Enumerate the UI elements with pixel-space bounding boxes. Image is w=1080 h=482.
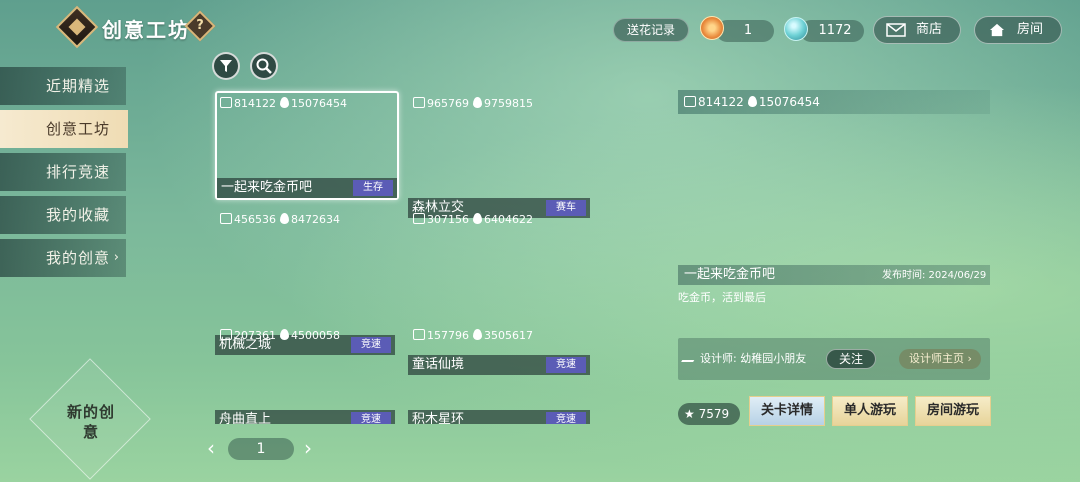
level-details-button[interactable]: 关卡详情 (749, 396, 825, 426)
card-plays: 157796 (427, 329, 469, 342)
fire-icon (280, 213, 289, 224)
shop-button[interactable]: 商店 (873, 16, 961, 44)
card-stats: 207361 4500058 (220, 329, 340, 343)
likes-count: 7579 (698, 407, 730, 421)
sidebar-item-ranking-race[interactable]: 排行竞速 (0, 153, 126, 191)
filter-icon (220, 60, 232, 72)
solo-play-button[interactable]: 单人游玩 (832, 396, 908, 426)
card-heat: 15076454 (291, 97, 347, 110)
play-count-icon (220, 213, 232, 224)
fire-icon (473, 329, 482, 340)
room-label: 房间 (1017, 22, 1044, 37)
card-plays: 456536 (234, 213, 276, 226)
card-plays: 814122 (234, 97, 276, 110)
card-heat: 9759815 (484, 97, 533, 110)
detail-plays: 814122 (698, 95, 744, 109)
card-tag: 竞速 (546, 412, 586, 424)
play-count-icon (220, 97, 232, 108)
card-clip: 舟曲直上 竞速 (215, 410, 395, 424)
play-count-icon (684, 96, 696, 107)
card-tag: 竞速 (351, 412, 391, 424)
gem-currency: 1172 (800, 20, 864, 42)
card-stats: 965769 9759815 (413, 97, 533, 111)
flower-icon (700, 16, 724, 40)
workshop-logo-icon (55, 5, 99, 49)
page-number: 1 (228, 438, 294, 460)
follow-button[interactable]: 关注 (826, 349, 876, 369)
card-heat: 4500058 (291, 329, 340, 342)
next-page-icon[interactable]: › (304, 436, 312, 460)
card-clip: 积木星环 竞速 (408, 410, 590, 424)
designer-label: 设计师: 幼稚园小朋友 (681, 351, 807, 367)
room-play-button[interactable]: 房间游玩 (915, 396, 991, 426)
gem-icon (784, 17, 808, 41)
card-name-bar: 舟曲直上 竞速 (215, 410, 395, 424)
fire-icon (747, 96, 757, 107)
detail-publish-date: 发布时间: 2024/06/29 (882, 270, 987, 281)
room-button[interactable]: 房间 (974, 16, 1062, 44)
detail-stats: 814122 15076454 (678, 90, 990, 114)
search-icon (256, 58, 272, 74)
sidebar-item-my-creations[interactable]: 我的创意 › (0, 239, 126, 277)
card-name-bar: 一起来吃金币吧 生存 (217, 178, 397, 198)
card-heat: 8472634 (291, 213, 340, 226)
play-count-icon (413, 329, 425, 340)
sidebar-item-workshop[interactable]: 创意工坊 (0, 110, 128, 148)
chevron-right-icon: › (113, 250, 120, 265)
card-name-bar: 积木星环 竞速 (408, 410, 590, 424)
card-name: 一起来吃金币吧 (221, 180, 313, 195)
card-plays: 207361 (234, 329, 276, 342)
designer-home-button[interactable]: 设计师主页 › (899, 349, 981, 369)
card-plays: 965769 (427, 97, 469, 110)
card-heat: 3505617 (484, 329, 533, 342)
play-count-icon (413, 213, 425, 224)
search-button[interactable] (250, 52, 278, 80)
new-creation-label: 新的创意 (66, 403, 115, 441)
card-tag: 生存 (353, 180, 393, 196)
home-icon (990, 23, 1004, 37)
card-name: 舟曲直上 (219, 412, 272, 424)
detail-description: 吃金币，活到最后 (678, 291, 766, 304)
filter-button[interactable] (212, 52, 240, 80)
help-icon-glyph: ? (196, 18, 204, 33)
detail-level-name: 一起来吃金币吧 (684, 267, 776, 282)
card-name: 积木星环 (412, 412, 465, 424)
play-count-icon (413, 97, 425, 108)
prev-page-icon[interactable]: ‹ (207, 436, 215, 460)
designer-name: 设计师: 幼稚园小朋友 (700, 352, 807, 365)
flower-record-button[interactable]: 送花记录 (613, 18, 689, 42)
pen-icon (681, 352, 699, 362)
star-icon: ★ (684, 407, 699, 421)
likes-badge: ★ 7579 (678, 403, 740, 425)
card-stats: 307156 6404622 (413, 213, 533, 227)
card-stats: 814122 15076454 (220, 97, 347, 111)
card-heat: 6404622 (484, 213, 533, 226)
play-count-icon (220, 329, 232, 340)
sidebar-item-label: 我的创意 (46, 249, 111, 267)
card-stats: 157796 3505617 (413, 329, 533, 343)
card-stats: 456536 8472634 (220, 213, 340, 227)
page-title: 创意工坊 (102, 18, 190, 42)
sidebar-item-my-favorites[interactable]: 我的收藏 (0, 196, 126, 234)
fire-icon (473, 213, 482, 224)
shop-label: 商店 (916, 22, 943, 37)
shop-icon (886, 23, 906, 37)
detail-heat: 15076454 (758, 95, 820, 109)
fire-icon (280, 97, 289, 108)
fire-icon (280, 329, 289, 340)
fire-icon (473, 97, 482, 108)
sidebar-item-recent-picks[interactable]: 近期精选 (0, 67, 126, 105)
card-plays: 307156 (427, 213, 469, 226)
flower-currency: 1 (716, 20, 774, 42)
